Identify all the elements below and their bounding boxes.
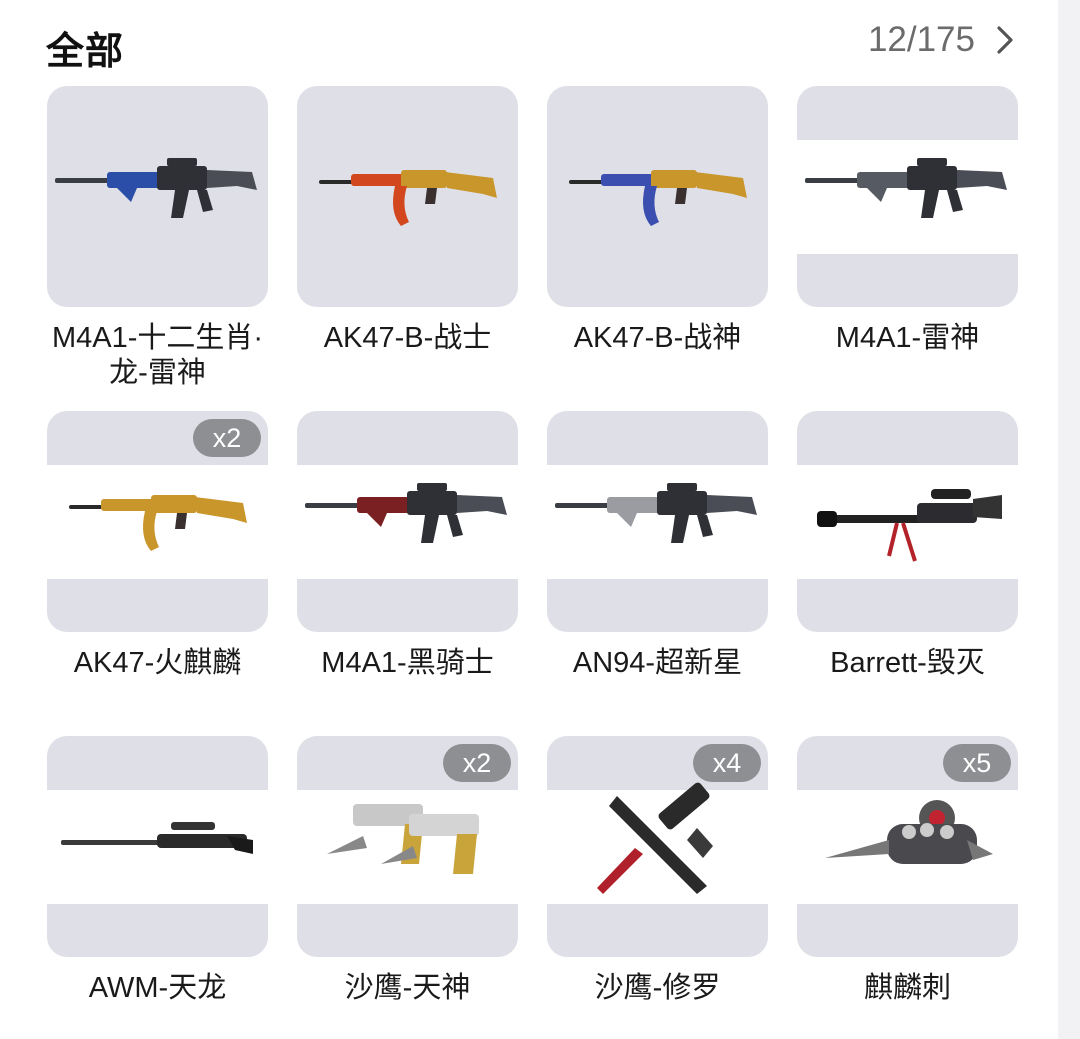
weapon-thumbnail: x4 [547,736,768,957]
quantity-badge: x5 [943,744,1011,782]
weapon-name: AK47-B-战神 [573,322,742,354]
weapon-thumbnail: x2 [47,411,268,632]
weapon-item[interactable]: x2 沙鹰-天神 [297,736,518,1036]
weapon-item[interactable]: Barrett-毁灭 [797,411,1018,736]
chevron-right-icon [997,26,1013,54]
inventory-panel: 全部 12/175 M4A1-十二生肖·龙-雷神 AK47-B-战士 AK47-… [0,0,1058,1039]
weapon-name: AN94-超新星 [572,647,743,679]
weapon-name: M4A1-雷神 [835,322,980,354]
rifle-ak47-warrior-icon [319,170,497,226]
weapon-name: 麒麟刺 [863,972,951,1004]
weapon-item[interactable]: M4A1-黑骑士 [297,411,518,736]
weapon-item[interactable]: M4A1-雷神 [797,86,1018,411]
weapon-thumbnail [297,411,518,632]
sniper-awm-dragon-icon [61,822,253,854]
weapon-thumbnail: x2 [297,736,518,957]
weapon-thumbnail [547,411,768,632]
weapon-name: M4A1-黑骑士 [321,647,494,679]
weapon-item[interactable]: x5 麒麟刺 [797,736,1018,1036]
weapon-thumbnail [797,86,1018,307]
weapon-item[interactable]: x4 沙鹰-修罗 [547,736,768,1036]
weapon-item[interactable]: AWM-天龙 [47,736,268,1036]
weapon-name: AK47-B-战士 [323,322,492,354]
weapon-thumbnail [47,736,268,957]
rifle-m4a1-dark-knight-icon [305,483,507,543]
weapon-name: Barrett-毁灭 [830,647,985,679]
section-title: 全部 [46,29,125,73]
sniper-barrett-destruction-icon [817,489,1002,562]
rifle-an94-supernova-icon [555,483,757,543]
weapon-name: 沙鹰-天神 [344,972,471,1004]
weapon-thumbnail [547,86,768,307]
quantity-badge: x2 [443,744,511,782]
weapon-item[interactable]: M4A1-十二生肖·龙-雷神 [47,86,268,411]
weapon-name: M4A1-十二生肖·龙-雷神 [51,322,264,389]
weapon-name: 沙鹰-修罗 [594,972,721,1004]
rifle-m4a1-dragon-icon [55,158,257,218]
weapon-item[interactable]: AK47-B-战士 [297,86,518,411]
item-count: 12/175 [867,20,975,59]
weapon-thumbnail: x5 [797,736,1018,957]
quantity-badge: x2 [193,419,261,457]
weapon-thumbnail [47,86,268,307]
weapon-name: AWM-天龙 [88,972,227,1004]
quantity-badge: x4 [693,744,761,782]
section-header: 全部 12/175 [46,14,1021,73]
weapon-item[interactable]: x2 AK47-火麒麟 [47,411,268,736]
weapon-name: AK47-火麒麟 [73,647,242,679]
rifle-m4a1-thor-icon [805,158,1007,218]
view-all-button[interactable]: 12/175 [868,20,1021,60]
weapon-thumbnail [297,86,518,307]
rifle-ak47-wargod-icon [569,170,747,226]
weapon-item[interactable]: AK47-B-战神 [547,86,768,411]
weapon-thumbnail [797,411,1018,632]
weapon-grid: M4A1-十二生肖·龙-雷神 AK47-B-战士 AK47-B-战神 M4A1-… [47,86,1018,1036]
weapon-item[interactable]: AN94-超新星 [547,411,768,736]
